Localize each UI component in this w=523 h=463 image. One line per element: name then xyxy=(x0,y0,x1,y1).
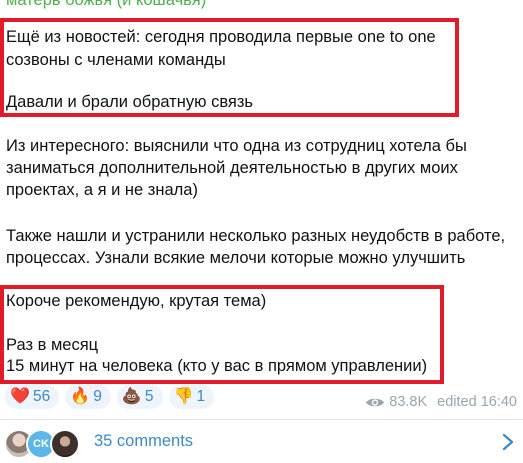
heart-icon: ❤️ xyxy=(10,388,30,405)
message-line: Также нашли и устранили несколько разных… xyxy=(6,227,506,245)
message-line: 15 минут на человека (кто у вас в прямом… xyxy=(6,357,428,375)
reaction-poop[interactable]: 💩 5 xyxy=(116,385,163,409)
reactions-bar: ❤️ 56 🔥 9 💩 5 👎 1 xyxy=(5,385,215,409)
message-line: заниматься дополнительной деятельностью … xyxy=(6,159,458,177)
reaction-count: 1 xyxy=(196,388,206,405)
reaction-thumbs-down[interactable]: 👎 1 xyxy=(168,385,215,409)
message-line: проектах, а я и не знала) xyxy=(6,181,198,199)
poop-icon: 💩 xyxy=(121,388,142,405)
chevron-right-icon xyxy=(502,433,514,451)
reaction-heart[interactable]: ❤️ 56 xyxy=(5,385,60,409)
reaction-count: 56 xyxy=(33,388,51,405)
channel-name[interactable]: матерь божья (и кошачья) xyxy=(6,0,206,10)
message-line: Ещё из новостей: сегодня проводила первы… xyxy=(6,28,436,46)
message-line: Из интересного: выяснили что одна из сот… xyxy=(6,137,467,155)
reaction-count: 9 xyxy=(93,388,102,405)
view-count: 83.8K xyxy=(389,394,428,410)
message-line: процессах. Узнали всякие мелочи которые … xyxy=(6,249,466,267)
comments-label: 35 comments xyxy=(94,432,194,450)
thumbs-down-icon: 👎 xyxy=(173,388,194,405)
message-line: созвоны с членами команды xyxy=(6,51,226,69)
message-line: Давали и брали обратную связь xyxy=(6,93,253,111)
message-line: Раз в месяц xyxy=(6,336,99,354)
message-meta: 83.8K edited 16:40 xyxy=(365,394,517,410)
edited-timestamp: edited 16:40 xyxy=(437,394,517,410)
reaction-fire[interactable]: 🔥 9 xyxy=(65,385,111,409)
reaction-count: 5 xyxy=(144,388,154,405)
fire-icon: 🔥 xyxy=(70,388,91,405)
eye-icon xyxy=(366,398,385,406)
comments-button[interactable]: CK 35 comments xyxy=(0,420,523,463)
message-line: Короче рекомендую, крутая тема) xyxy=(6,292,267,310)
avatar xyxy=(50,429,80,459)
